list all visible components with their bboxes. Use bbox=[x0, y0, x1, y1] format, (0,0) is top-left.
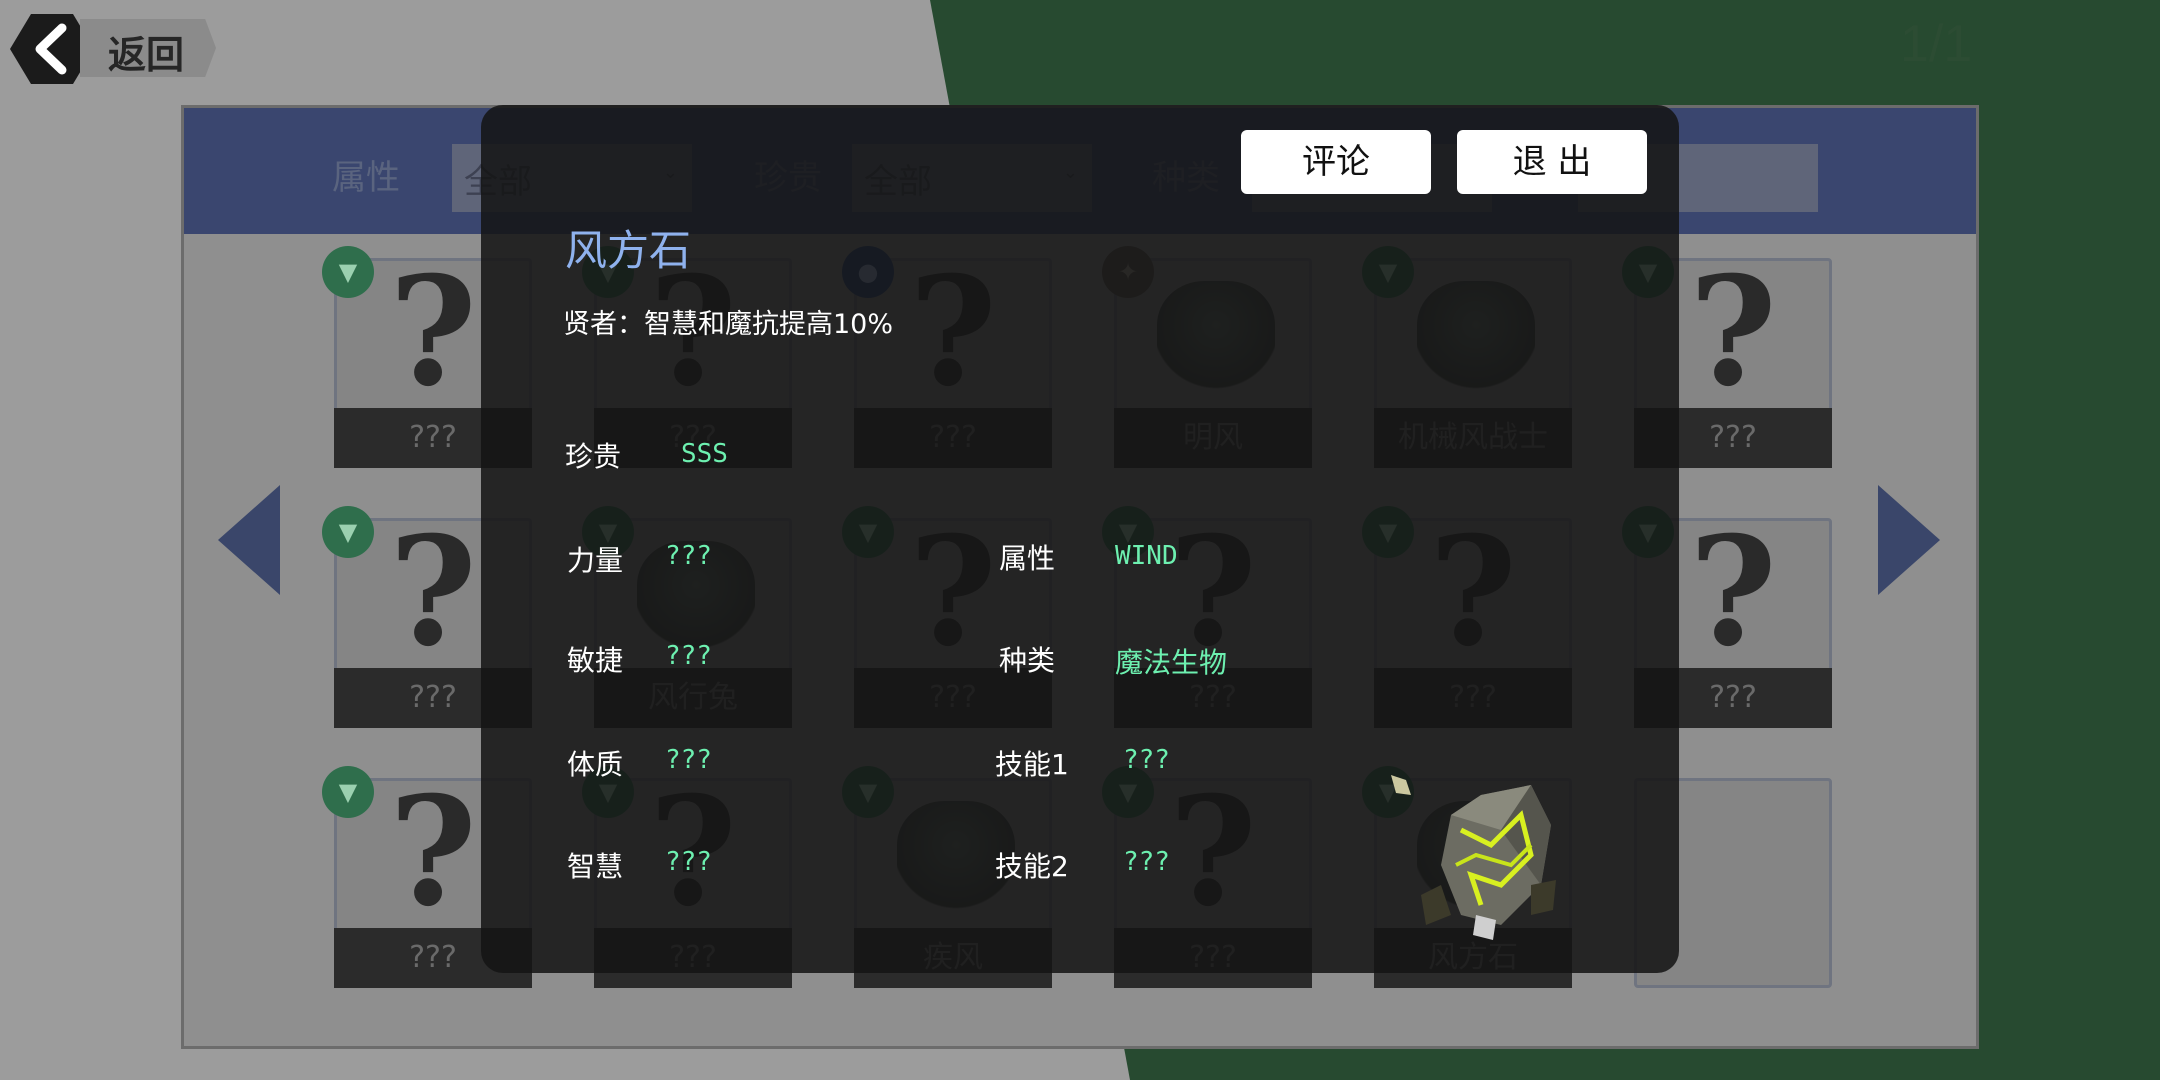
page-indicator: 1/1 bbox=[1900, 15, 1973, 73]
rarity-label: 珍贵 bbox=[565, 440, 622, 473]
wisdom-value: ??? bbox=[665, 847, 712, 877]
filter-attribute-label: 属性 bbox=[332, 158, 400, 198]
attribute-label: 属性 bbox=[999, 542, 1056, 575]
skill1-value: ??? bbox=[1123, 745, 1170, 775]
strength-value: ??? bbox=[665, 541, 712, 571]
wind-element-icon: ▼ bbox=[322, 246, 374, 298]
constitution-value: ??? bbox=[665, 745, 712, 775]
skill2-label: 技能2 bbox=[995, 850, 1069, 883]
strength-label: 力量 bbox=[567, 544, 624, 577]
comment-button[interactable]: 评论 bbox=[1241, 130, 1431, 194]
wisdom-label: 智慧 bbox=[567, 850, 624, 883]
rarity-value: SSS bbox=[681, 439, 728, 469]
back-label: 返回 bbox=[108, 33, 185, 77]
skill1-label: 技能1 bbox=[995, 748, 1069, 781]
creature-description: 贤者：智慧和魔抗提高10% bbox=[563, 309, 894, 340]
creature-detail-modal: 评论 退 出 风方石 贤者：智慧和魔抗提高10% 珍贵 SSS 力量 ??? 敏… bbox=[481, 105, 1679, 973]
species-label: 种类 bbox=[999, 644, 1056, 677]
prev-page-arrow-icon[interactable] bbox=[218, 485, 280, 595]
back-button[interactable]: 返回 bbox=[10, 14, 216, 84]
wind-element-icon: ▼ bbox=[322, 506, 374, 558]
constitution-label: 体质 bbox=[567, 748, 624, 781]
next-page-arrow-icon[interactable] bbox=[1878, 485, 1940, 595]
attribute-value: WIND bbox=[1115, 541, 1178, 571]
species-value: 魔法生物 bbox=[1115, 646, 1228, 679]
creature-name: 风方石 bbox=[565, 226, 692, 275]
exit-button[interactable]: 退 出 bbox=[1457, 130, 1647, 194]
agility-value: ??? bbox=[665, 641, 712, 671]
skill2-value: ??? bbox=[1123, 847, 1170, 877]
wind-cube-stone-creature-image bbox=[1391, 775, 1556, 940]
wind-element-icon: ▼ bbox=[322, 766, 374, 818]
agility-label: 敏捷 bbox=[567, 644, 624, 677]
